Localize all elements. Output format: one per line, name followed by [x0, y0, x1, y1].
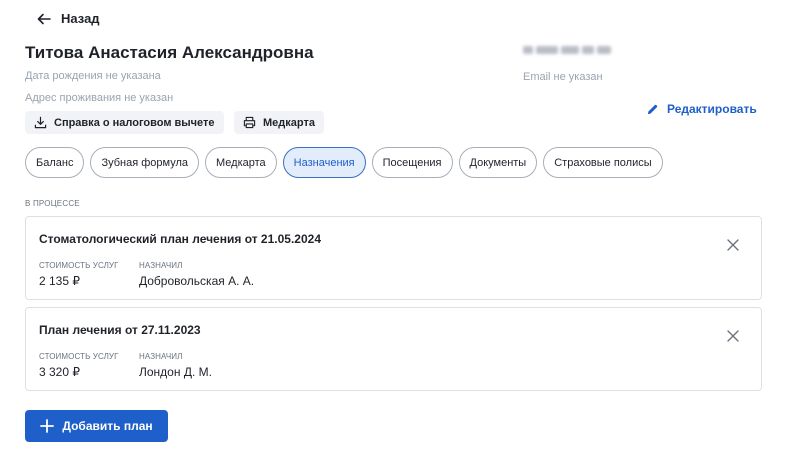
phone-redacted — [523, 46, 611, 54]
birth-date: Дата рождения не указана — [25, 70, 161, 82]
plan-cost-field: СТОИМОСТЬ УСЛУГ 3 320 ₽ — [39, 352, 119, 379]
patient-name: Титова Анастасия Александровна — [25, 43, 314, 62]
plan-title: Стоматологический план лечения от 21.05.… — [39, 232, 321, 246]
plan-card[interactable]: План лечения от 27.11.2023 СТОИМОСТЬ УСЛ… — [25, 307, 762, 391]
medcard-print-button[interactable]: Медкарта — [234, 111, 324, 134]
tab-insurance[interactable]: Страховые полисы — [543, 147, 663, 178]
add-plan-label: Добавить план — [62, 419, 153, 433]
tab-balance[interactable]: Баланс — [25, 147, 85, 178]
plan-cost-field: СТОИМОСТЬ УСЛУГ 2 135 ₽ — [39, 261, 119, 288]
add-plan-button[interactable]: Добавить план — [25, 410, 168, 442]
plan-assigned-field: НАЗНАЧИЛ Добровольская А. А. — [139, 261, 254, 288]
medcard-print-label: Медкарта — [263, 116, 315, 129]
printer-icon — [243, 116, 256, 129]
plan-card[interactable]: Стоматологический план лечения от 21.05.… — [25, 216, 762, 300]
cost-label: СТОИМОСТЬ УСЛУГ — [39, 352, 119, 361]
tab-medcard[interactable]: Медкарта — [205, 147, 277, 178]
close-icon[interactable] — [725, 237, 741, 253]
cost-value: 3 320 ₽ — [39, 365, 80, 379]
plan-title: План лечения от 27.11.2023 — [39, 323, 201, 337]
address: Адрес проживания не указан — [25, 92, 174, 104]
assigned-label: НАЗНАЧИЛ — [139, 261, 183, 270]
edit-label: Редактировать — [667, 102, 757, 116]
download-icon — [34, 116, 47, 129]
assigned-value: Лондон Д. М. — [139, 365, 212, 379]
tab-dental-formula[interactable]: Зубная формула — [90, 147, 199, 178]
cost-value: 2 135 ₽ — [39, 274, 80, 288]
tax-certificate-label: Справка о налоговом вычете — [54, 116, 215, 129]
section-in-progress-label: В ПРОЦЕССЕ — [25, 199, 80, 208]
tab-visits[interactable]: Посещения — [371, 147, 453, 178]
email: Email не указан — [523, 71, 603, 83]
close-icon[interactable] — [725, 328, 741, 344]
edit-button[interactable]: Редактировать — [646, 102, 757, 116]
back-label: Назад — [61, 11, 100, 26]
plan-assigned-field: НАЗНАЧИЛ Лондон Д. М. — [139, 352, 212, 379]
arrow-left-icon — [37, 13, 51, 24]
back-button[interactable]: Назад — [37, 11, 100, 26]
tab-appointments[interactable]: Назначения — [282, 147, 366, 178]
patient-tabs: Баланс Зубная формула Медкарта Назначени… — [25, 147, 663, 178]
tab-documents[interactable]: Документы — [458, 147, 538, 178]
assigned-label: НАЗНАЧИЛ — [139, 352, 183, 361]
tax-certificate-button[interactable]: Справка о налоговом вычете — [25, 111, 224, 134]
pencil-icon — [647, 104, 658, 114]
assigned-value: Добровольская А. А. — [139, 274, 255, 288]
cost-label: СТОИМОСТЬ УСЛУГ — [39, 261, 119, 270]
plus-icon — [40, 419, 55, 433]
